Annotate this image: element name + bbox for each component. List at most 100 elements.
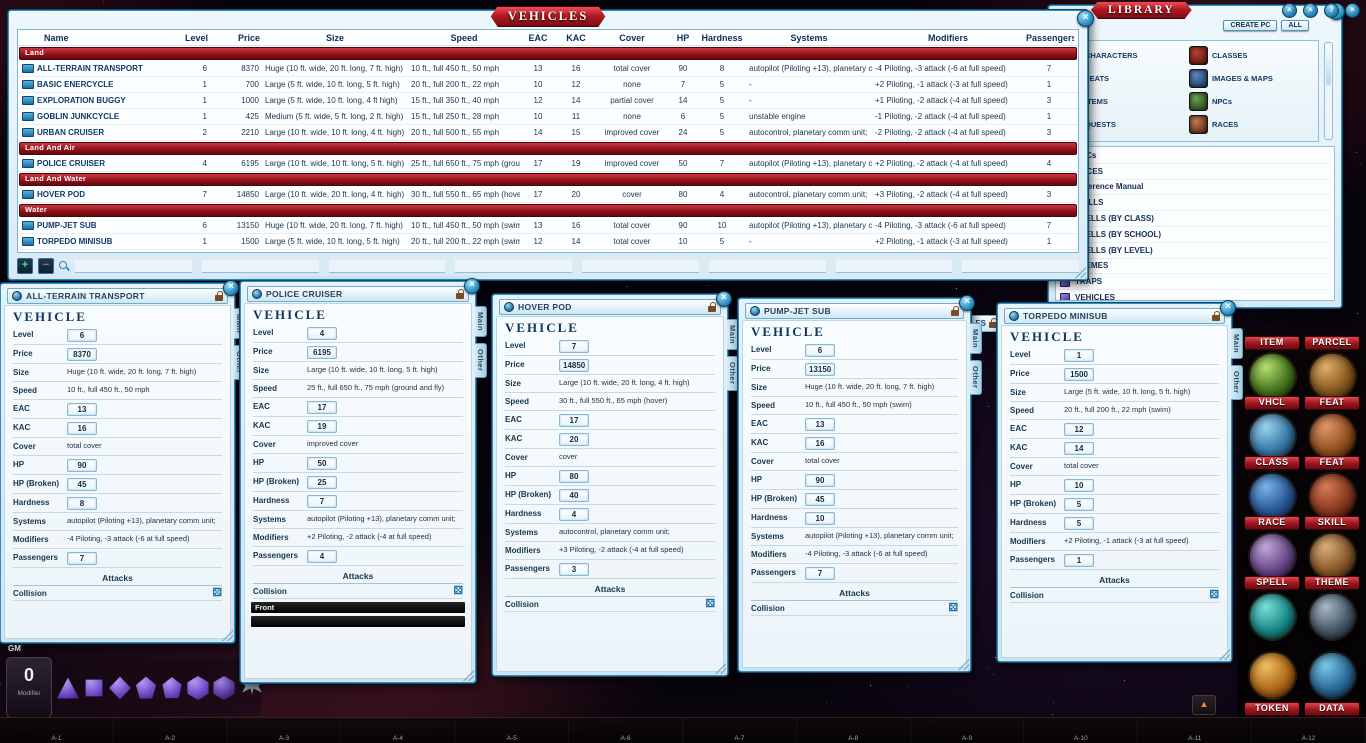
link-icon[interactable] <box>750 306 760 316</box>
attack-row-collision[interactable]: Collision ⚄ <box>253 584 463 599</box>
close-icon[interactable]: × <box>1077 10 1094 27</box>
field-value[interactable]: 6 <box>67 329 97 342</box>
hotbar-slot-a-7[interactable]: A-7 <box>683 718 797 743</box>
link-icon[interactable] <box>1009 311 1019 321</box>
d20-icon[interactable] <box>187 676 209 700</box>
library-entry-vehicles[interactable]: VEHICLES <box>1060 290 1330 300</box>
remove-button[interactable]: − <box>38 258 54 274</box>
hotbar-slot-a-4[interactable]: A-4 <box>341 718 456 743</box>
library-entry-races[interactable]: RACES <box>1060 164 1330 180</box>
close-icon[interactable]: × <box>959 295 975 311</box>
field-value[interactable]: 3 <box>559 563 589 576</box>
window-titlebar[interactable]: POLICE CRUISER <box>247 286 469 302</box>
hotbar-slot-a-3[interactable]: A-3 <box>228 718 342 743</box>
lock-icon[interactable] <box>456 288 464 299</box>
field-value[interactable]: 90 <box>67 459 97 472</box>
hotbar-slot-a-10[interactable]: A-10 <box>1024 718 1139 743</box>
add-button[interactable]: + <box>17 258 33 274</box>
field-value[interactable]: 7 <box>67 552 97 565</box>
close-icon[interactable]: × <box>223 280 239 296</box>
window-titlebar[interactable]: ALL-TERRAIN TRANSPORT <box>7 288 228 304</box>
field-value[interactable]: 45 <box>805 493 835 506</box>
field-value[interactable]: 10 <box>805 512 835 525</box>
attack-row-collision[interactable]: Collision ⚄ <box>1010 588 1219 603</box>
filter-input-1[interactable] <box>75 259 192 273</box>
vehicles-list-window[interactable]: VEHICLES × Name Level Price Size Speed EAC KAC… <box>8 10 1094 280</box>
sidebar-button-feat[interactable]: FEAT <box>1304 396 1360 461</box>
sidebar-button-theme[interactable]: THEME <box>1304 576 1360 641</box>
field-value[interactable]: 5 <box>1064 498 1094 511</box>
hotbar-slot-a-9[interactable]: A-9 <box>911 718 1025 743</box>
close-icon[interactable]: × <box>716 291 732 307</box>
hotbar-slot-a-2[interactable]: A-2 <box>114 718 228 743</box>
tab-main[interactable]: Main <box>475 306 487 338</box>
library-entry-themes[interactable]: THEMES <box>1060 259 1330 275</box>
sidebar-button-class[interactable]: CLASS <box>1244 456 1300 521</box>
field-value[interactable]: 17 <box>307 401 337 414</box>
roll-die-icon[interactable]: ⚄ <box>1209 590 1219 601</box>
all-button[interactable]: ALL <box>1281 20 1309 31</box>
library-record-npcs[interactable]: NPCs <box>1189 92 1312 111</box>
field-value[interactable]: 4 <box>307 327 337 340</box>
window-titlebar[interactable]: PUMP-JET SUB <box>745 303 964 319</box>
tab-other[interactable]: Other <box>1231 365 1243 400</box>
field-value[interactable]: 19 <box>307 420 337 433</box>
sidebar-button-feat[interactable]: FEAT <box>1304 456 1360 521</box>
filter-input-8[interactable] <box>962 259 1079 273</box>
field-value[interactable]: 1500 <box>1064 368 1094 381</box>
table-row[interactable]: TORPEDO MINISUB 1 1500 Large (5 ft. wide, 1… <box>18 234 1078 250</box>
field-value[interactable]: 7 <box>805 567 835 580</box>
field-value[interactable]: 13150 <box>805 363 836 376</box>
vehicle-sheet-window-hover-pod[interactable]: Main Other HOVER POD × VEHICLE Level 7 Price 148… <box>492 291 739 676</box>
field-value[interactable]: 1 <box>1064 349 1094 362</box>
sidebar-button-skill[interactable]: SKILL <box>1304 516 1360 581</box>
filter-input-5[interactable] <box>582 259 699 273</box>
d4-icon[interactable] <box>56 677 80 699</box>
field-value[interactable]: 6195 <box>307 346 337 359</box>
field-value[interactable]: 16 <box>805 437 835 450</box>
field-value[interactable]: 7 <box>559 340 589 353</box>
vehicle-sheet-window-all-terrain-transport[interactable]: MainOtherALL-TERRAIN TRANSPORT×VEHICLELe… <box>0 280 246 643</box>
library-record-classes[interactable]: CLASSES <box>1189 46 1312 65</box>
roll-die-icon[interactable]: ⚄ <box>453 586 463 597</box>
field-value[interactable]: 1 <box>1064 554 1094 567</box>
app-close-icon[interactable]: × <box>1345 3 1360 18</box>
field-value[interactable]: 14850 <box>559 359 590 372</box>
scrollbar[interactable] <box>1324 42 1333 140</box>
filter-input-3[interactable] <box>328 259 446 273</box>
window-titlebar[interactable]: TORPEDO MINISUB <box>1004 308 1225 324</box>
attack-row-collision[interactable]: Collision ⚄ <box>505 597 715 612</box>
field-value[interactable]: 5 <box>1064 517 1094 530</box>
d12-icon[interactable] <box>162 676 182 699</box>
close-panel-icon[interactable]: × <box>1303 3 1318 18</box>
library-entry-skills[interactable]: SKILLS <box>1060 195 1330 212</box>
library-record-images-maps[interactable]: IMAGES & MAPS <box>1189 69 1312 88</box>
roll-die-icon[interactable]: ⚄ <box>705 599 715 610</box>
table-row[interactable]: URBAN CRUISER 2 2210 Large (10 ft. wide, 10… <box>18 125 1078 141</box>
filter-input-4[interactable] <box>455 259 572 273</box>
field-value[interactable]: 8370 <box>67 348 97 361</box>
library-entry-npcs[interactable]: NPCs <box>1060 148 1330 164</box>
field-value[interactable]: 6 <box>805 344 835 357</box>
field-value[interactable]: 50 <box>307 457 337 470</box>
sidebar-button-parcel[interactable]: PARCEL <box>1304 336 1360 401</box>
table-row[interactable]: PUMP-JET SUB 6 13150 Huge (10 ft. wide, 20 … <box>18 218 1078 234</box>
table-row[interactable]: ALL-TERRAIN TRANSPORT 6 8370 Huge (10 ft. w… <box>18 61 1078 77</box>
field-value[interactable]: 90 <box>805 474 835 487</box>
lock-icon[interactable] <box>989 318 997 328</box>
table-row[interactable]: BASIC ENERCYCLE 1 700 Large (5 ft. wide, 10… <box>18 77 1078 93</box>
sidebar-button-spell[interactable]: SPELL <box>1244 576 1300 641</box>
lock-icon[interactable] <box>1212 310 1220 321</box>
attack-row-collision[interactable]: Collision ⚄ <box>751 601 958 616</box>
field-value[interactable]: 13 <box>805 418 835 431</box>
link-icon[interactable] <box>12 291 22 301</box>
roll-die-icon[interactable]: ⚄ <box>212 588 222 599</box>
field-value[interactable]: 45 <box>67 478 97 491</box>
field-value[interactable]: 12 <box>1064 423 1094 436</box>
field-value[interactable]: 17 <box>559 414 589 427</box>
d10-icon[interactable] <box>135 676 157 699</box>
filter-input-2[interactable] <box>201 259 319 273</box>
field-value[interactable]: 10 <box>1064 479 1094 492</box>
roll-die-icon[interactable]: ⚄ <box>948 603 958 614</box>
library-entry-traps[interactable]: TRAPS <box>1060 274 1330 291</box>
